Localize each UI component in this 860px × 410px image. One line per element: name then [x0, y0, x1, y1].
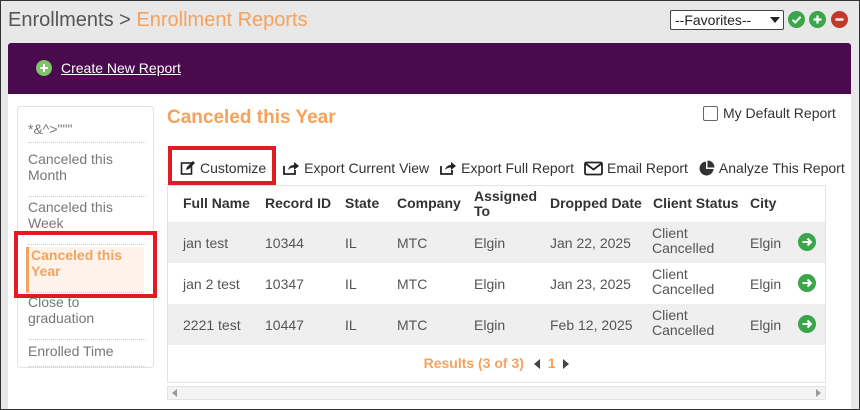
- horizontal-scrollbar[interactable]: [167, 386, 826, 400]
- cell-client-status: Client Cancelled: [652, 307, 715, 338]
- sidebar-item-special[interactable]: *&^>""": [28, 121, 146, 143]
- report-banner: Create New Report: [8, 43, 851, 94]
- sidebar-item-close-graduation[interactable]: Close to graduation: [28, 294, 146, 340]
- cell-record-id: 10344: [265, 235, 304, 251]
- add-favorite-icon[interactable]: [809, 11, 826, 28]
- cell-dropped-date: Jan 22, 2025: [550, 235, 631, 251]
- email-report-button[interactable]: Email Report: [584, 160, 688, 176]
- pagination: Results (3 of 3) 1: [168, 355, 825, 371]
- sidebar-item-canceled-month[interactable]: Canceled this Month: [28, 151, 146, 197]
- cell-company: MTC: [397, 276, 428, 292]
- main-panel: *&^>""" Canceled this Month Canceled thi…: [8, 94, 851, 409]
- cell-city: Elgin: [750, 276, 782, 292]
- next-page-icon[interactable]: [563, 359, 570, 370]
- create-new-report-link[interactable]: Create New Report: [36, 60, 181, 76]
- export-current-view-button[interactable]: Export Current View: [282, 160, 429, 176]
- favorites-value: --Favorites--: [675, 12, 752, 28]
- create-new-report-label: Create New Report: [61, 60, 181, 76]
- cell-assigned-to: Elgin: [474, 317, 506, 333]
- export-icon: [283, 162, 300, 175]
- cell-dropped-date: Feb 12, 2025: [550, 317, 633, 333]
- scroll-right-icon[interactable]: [816, 389, 821, 397]
- favorites-select[interactable]: --Favorites--: [670, 10, 784, 30]
- pie-chart-icon: [699, 160, 715, 175]
- cell-company: MTC: [397, 235, 428, 251]
- column-header[interactable]: Record ID: [265, 196, 331, 211]
- cell-assigned-to: Elgin: [474, 235, 506, 251]
- cell-state: IL: [345, 235, 357, 251]
- cell-company: MTC: [397, 317, 428, 333]
- cell-city: Elgin: [750, 317, 782, 333]
- breadcrumb-current: Enrollment Reports: [136, 9, 308, 31]
- envelope-icon: [584, 161, 603, 175]
- report-toolbar: Customize Export Current View Export Ful…: [180, 156, 855, 180]
- column-header[interactable]: Assigned To: [474, 189, 544, 219]
- scroll-left-icon[interactable]: [172, 389, 177, 397]
- breadcrumb-root[interactable]: Enrollments: [8, 9, 114, 31]
- column-header[interactable]: Full Name: [183, 196, 250, 211]
- report-title: Canceled this Year: [167, 107, 336, 128]
- check-icon[interactable]: [788, 11, 805, 28]
- export-full-report-label: Export Full Report: [461, 160, 574, 176]
- plus-circle-icon: [36, 60, 52, 76]
- cell-full-name: jan test: [183, 235, 229, 251]
- top-bar: Enrollments > Enrollment Reports --Favor…: [1, 1, 859, 41]
- email-report-label: Email Report: [606, 160, 688, 176]
- column-header[interactable]: Company: [397, 196, 461, 211]
- table-header: Full Name Record ID State Company Assign…: [168, 186, 825, 221]
- cell-state: IL: [345, 276, 357, 292]
- column-header[interactable]: Client Status: [653, 196, 739, 211]
- cell-full-name: 2221 test: [183, 317, 241, 333]
- analyze-report-label: Analyze This Report: [718, 160, 845, 176]
- column-header[interactable]: Dropped Date: [550, 196, 642, 211]
- default-report-label: My Default Report: [723, 105, 836, 121]
- cell-state: IL: [345, 317, 357, 333]
- table-row[interactable]: jan 2 test 10347 IL MTC Elgin Jan 23, 20…: [168, 263, 825, 304]
- report-table: Full Name Record ID State Company Assign…: [167, 185, 826, 383]
- remove-favorite-icon[interactable]: [831, 11, 848, 28]
- arrow-right-icon[interactable]: [798, 315, 816, 333]
- export-full-report-button[interactable]: Export Full Report: [439, 160, 574, 176]
- column-header[interactable]: City: [750, 196, 776, 211]
- edit-icon: [180, 161, 195, 175]
- cell-record-id: 10447: [265, 317, 304, 333]
- breadcrumb: Enrollments > Enrollment Reports: [8, 9, 308, 32]
- cell-city: Elgin: [750, 235, 782, 251]
- chevron-down-icon: [770, 17, 780, 23]
- cell-assigned-to: Elgin: [474, 276, 506, 292]
- cell-record-id: 10347: [265, 276, 304, 292]
- results-count: Results (3 of 3): [423, 355, 524, 371]
- highlight-box-sidebar: [14, 231, 157, 298]
- default-report-checkbox[interactable]: [703, 105, 718, 121]
- prev-page-icon[interactable]: [533, 359, 540, 370]
- analyze-report-button[interactable]: Analyze This Report: [698, 160, 845, 177]
- column-header[interactable]: State: [345, 196, 379, 211]
- page-number[interactable]: 1: [548, 355, 556, 371]
- breadcrumb-separator: >: [119, 9, 131, 31]
- cell-full-name: jan 2 test: [183, 276, 240, 292]
- table-row[interactable]: 2221 test 10447 IL MTC Elgin Feb 12, 202…: [168, 304, 825, 345]
- export-current-view-label: Export Current View: [304, 160, 430, 176]
- customize-button[interactable]: Customize: [180, 160, 266, 176]
- arrow-right-icon[interactable]: [798, 233, 816, 251]
- cell-client-status: Client Cancelled: [652, 266, 715, 297]
- default-report-toggle[interactable]: My Default Report: [703, 105, 836, 121]
- export-icon: [440, 162, 457, 175]
- sidebar-item-enrolled-time[interactable]: Enrolled Time: [28, 343, 146, 367]
- table-row[interactable]: jan test 10344 IL MTC Elgin Jan 22, 2025…: [168, 222, 825, 263]
- customize-label: Customize: [200, 160, 267, 176]
- cell-client-status: Client Cancelled: [652, 225, 715, 256]
- arrow-right-icon[interactable]: [798, 274, 816, 292]
- cell-dropped-date: Jan 23, 2025: [550, 276, 631, 292]
